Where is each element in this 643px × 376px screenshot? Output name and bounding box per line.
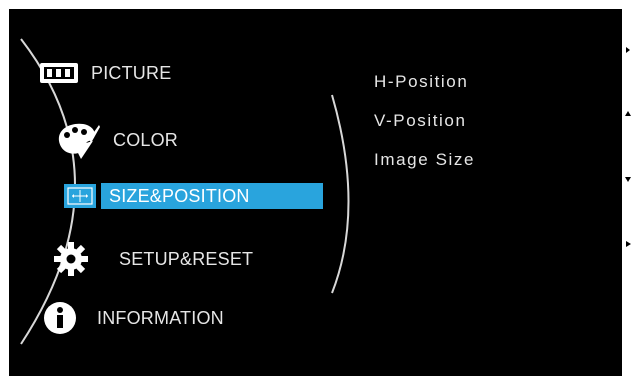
- menu-item-label: COLOR: [113, 129, 179, 150]
- submenu-item-h-position[interactable]: H-Position: [374, 72, 475, 111]
- auto-label[interactable]: AUTO: [623, 298, 643, 316]
- menu-item-picture[interactable]: PICTURE: [39, 62, 171, 84]
- picture-icon: [39, 62, 79, 84]
- submenu-item-image-size[interactable]: Image Size: [374, 150, 475, 189]
- screenshot-frame: PICTURE COLOR SIZE&POSITION SETUP&RESET …: [0, 0, 643, 376]
- submenu-item-v-position[interactable]: V-Position: [374, 111, 475, 150]
- osd-menu: PICTURE COLOR SIZE&POSITION SETUP&RESET …: [9, 9, 643, 376]
- info-icon: [43, 301, 77, 335]
- gear-icon: [53, 241, 89, 277]
- menu-item-information[interactable]: INFORMATION: [43, 301, 224, 335]
- size-position-icon: [63, 183, 97, 209]
- menu-item-color[interactable]: COLOR: [53, 119, 178, 161]
- down-arrow-icon[interactable]: [623, 170, 643, 188]
- menu-item-label: PICTURE: [91, 62, 172, 83]
- palette-icon: [53, 119, 101, 161]
- menu-item-label: INFORMATION: [97, 307, 224, 328]
- submenu: H-Position V-Position Image Size: [374, 72, 475, 189]
- menu-item-label: SETUP&RESET: [119, 248, 254, 269]
- right-arrow-icon[interactable]: [623, 235, 643, 253]
- up-arrow-icon[interactable]: [623, 105, 643, 123]
- menu-item-size-position[interactable]: SIZE&POSITION: [63, 183, 323, 209]
- menu-item-setup-reset[interactable]: SETUP&RESET: [53, 241, 253, 277]
- menu-item-label: SIZE&POSITION: [101, 183, 323, 209]
- enter-icon[interactable]: [623, 41, 643, 59]
- power-icon[interactable]: [623, 355, 643, 373]
